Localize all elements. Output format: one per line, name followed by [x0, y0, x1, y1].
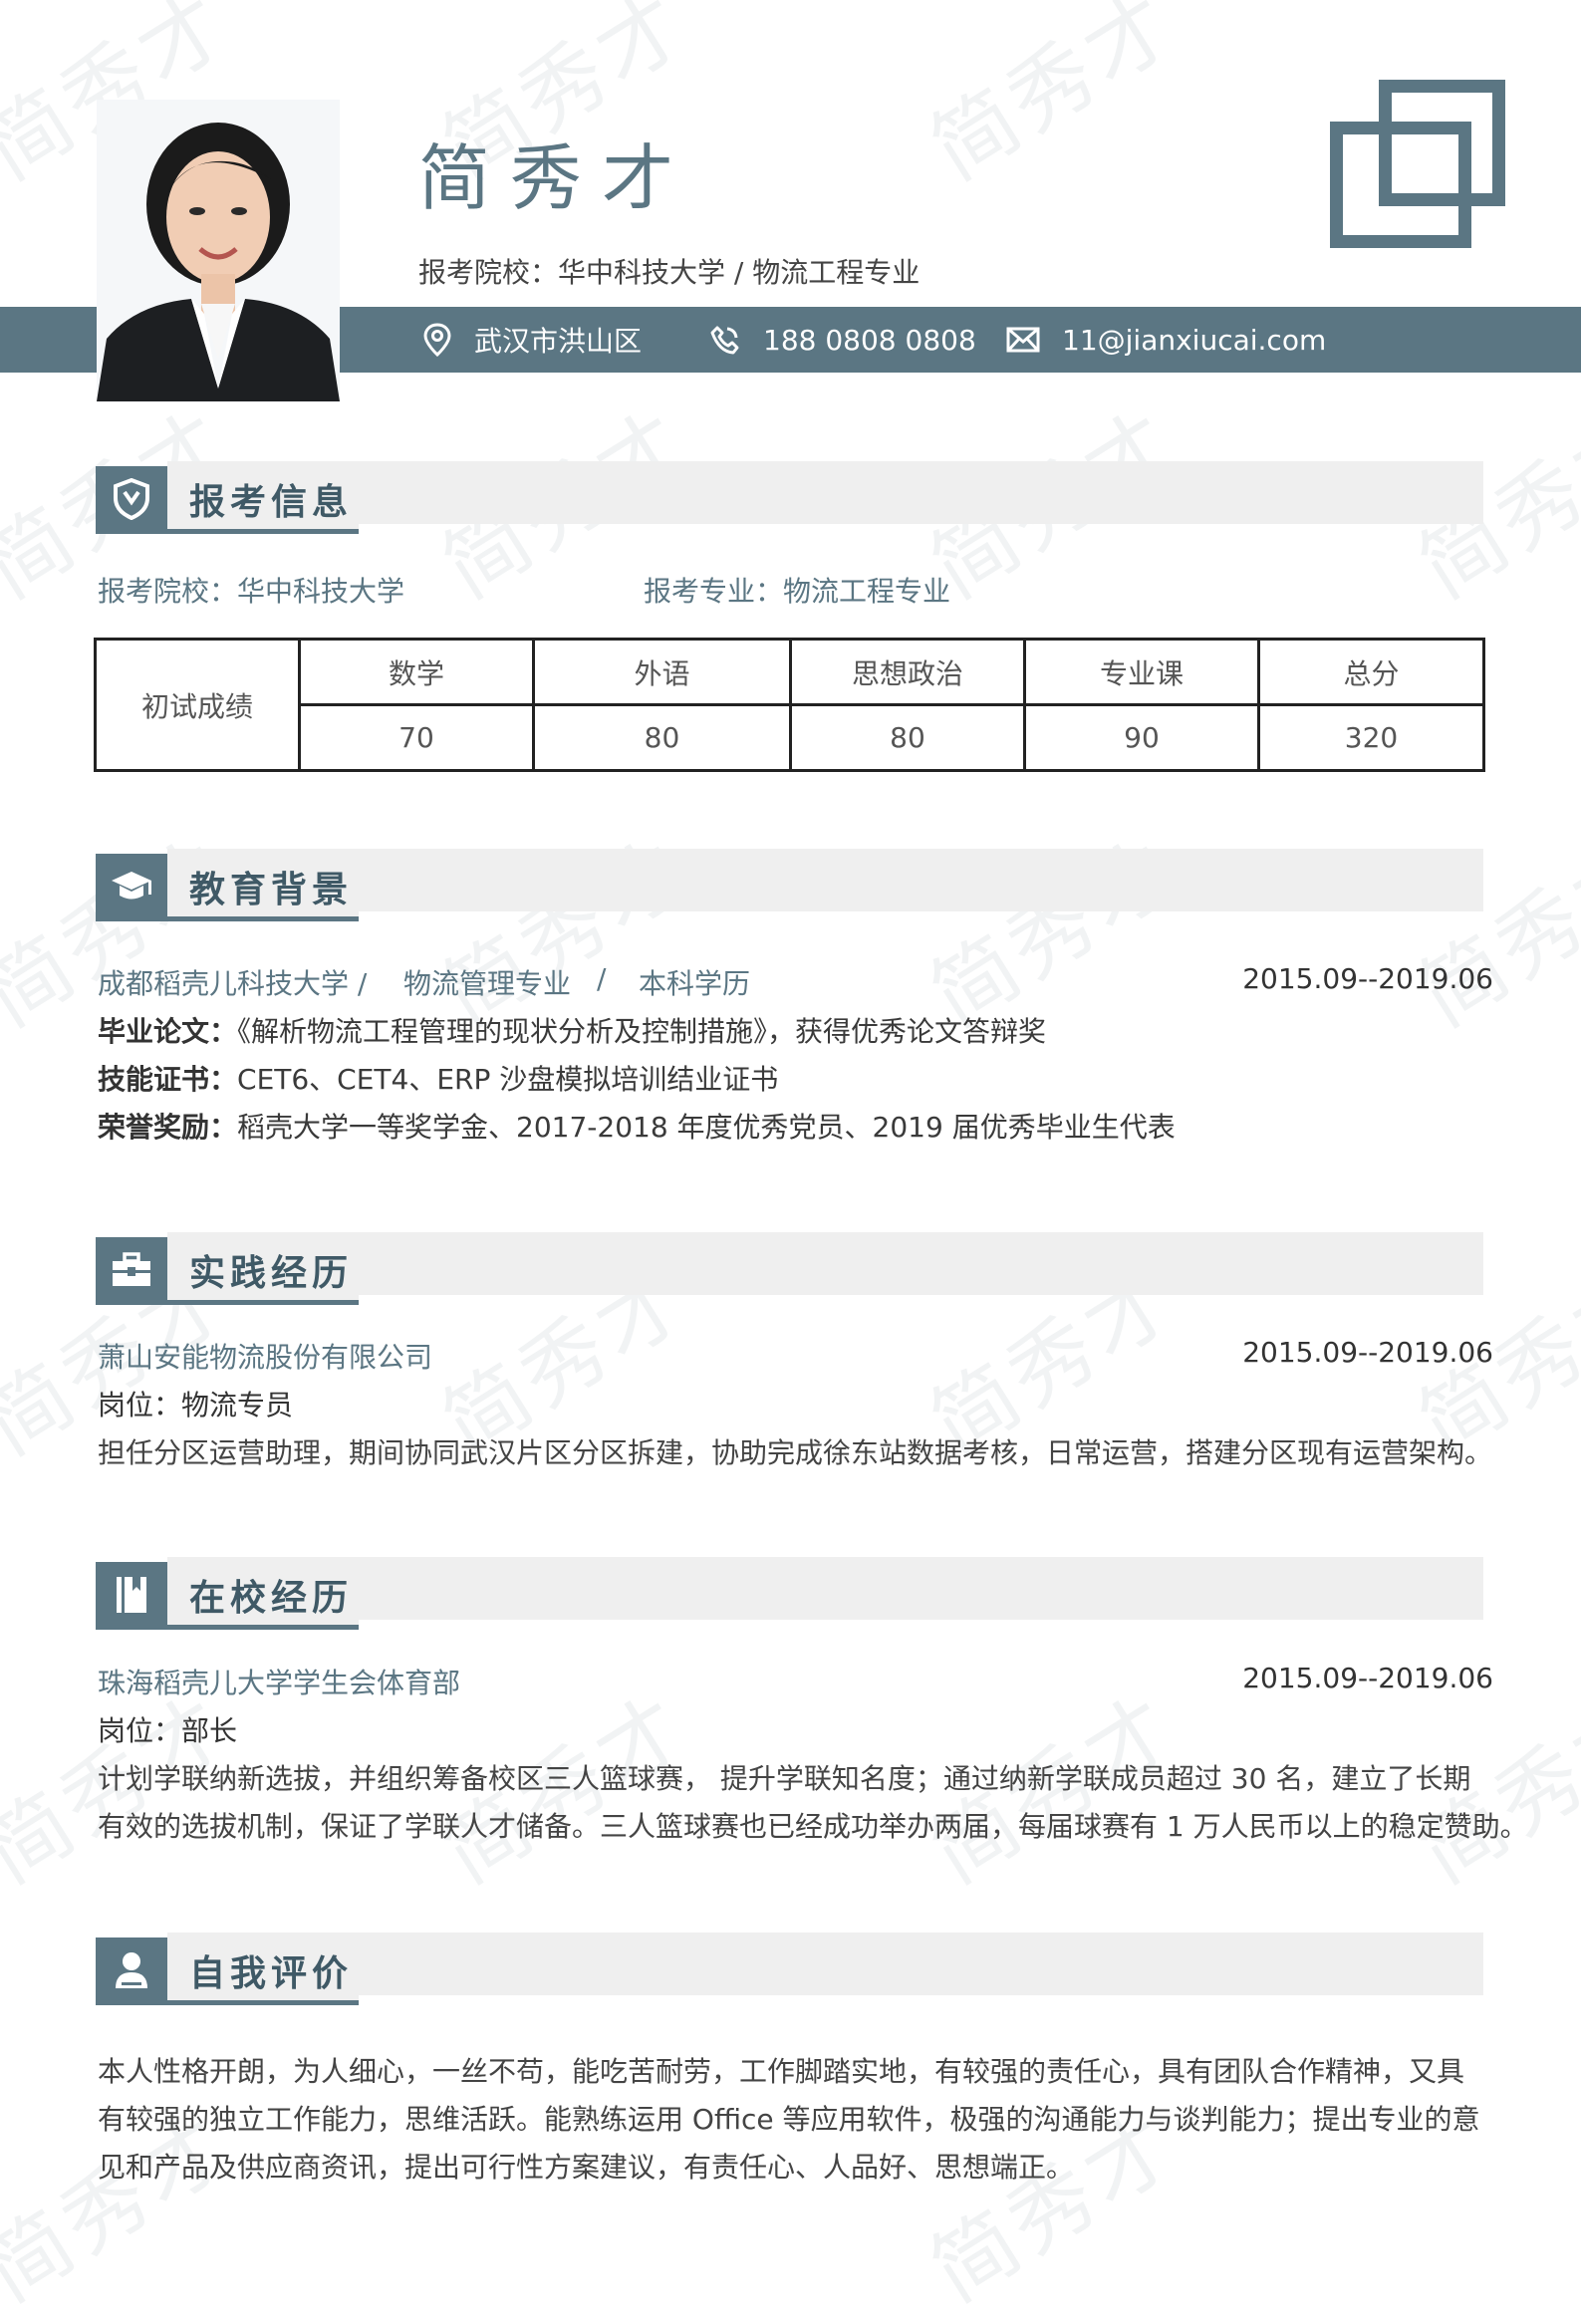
campus-desc-line: 计划学联纳新选拔，并组织筹备校区三人篮球赛， 提升学联知名度；通过纳新学联成员超… [98, 1762, 1471, 1795]
watermark: 简秀才 [914, 0, 1194, 199]
section-header-bg [167, 461, 1483, 524]
section-header-bg [167, 849, 1483, 911]
section-title-campus: 在校经历 [167, 1562, 359, 1628]
score-cell: 70 [298, 703, 535, 772]
cert-label: 技能证书： [98, 1063, 238, 1096]
section-underline [96, 529, 359, 534]
section-title-education: 教育背景 [167, 854, 359, 919]
subject-header: 思想政治 [789, 638, 1026, 706]
user-photo [97, 100, 340, 401]
section-underline [96, 1625, 359, 1630]
section-title-exam-info: 报考信息 [167, 466, 359, 532]
subject-header: 专业课 [1023, 638, 1260, 706]
location-text: 武汉市洪山区 [474, 325, 643, 358]
thesis-line: 毕业论文：《解析物流工程管理的现状分析及控制措施》，获得优秀论文答辩奖 [98, 1010, 1046, 1050]
cert-text: CET6、CET4、ERP 沙盘模拟培训结业证书 [237, 1063, 779, 1096]
contact-phone: 188 0808 0808 [709, 307, 976, 373]
practice-date: 2015.09--2019.06 [1242, 1336, 1493, 1369]
self-eval-line: 有较强的独立工作能力，思维活跃。能熟练运用 Office 等应用软件，极强的沟通… [98, 2103, 1480, 2136]
education-date: 2015.09--2019.06 [1242, 962, 1493, 995]
location-icon [423, 323, 451, 357]
person-icon [96, 1937, 167, 2003]
phone-text: 188 0808 0808 [763, 323, 976, 357]
exam-major: 报考专业：物流工程专业 [644, 575, 951, 608]
score-cell: 90 [1023, 703, 1260, 772]
self-eval-line: 见和产品及供应商资讯，提出可行性方案建议，有责任心、人品好、思想端正。 [98, 2151, 1075, 2184]
candidate-name: 简秀才 [418, 136, 694, 220]
honor-label: 荣誉奖励： [98, 1111, 238, 1144]
watermark: 简秀才 [1402, 819, 1581, 1046]
subject-header: 总分 [1257, 638, 1485, 706]
section-title-self-eval: 自我评价 [167, 1937, 359, 2003]
section-header-bg [167, 1933, 1483, 1995]
score-cell: 80 [532, 703, 792, 772]
honor-text: 稻壳大学一等奖学金、2017-2018 年度优秀党员、2019 届优秀毕业生代表 [237, 1111, 1176, 1144]
education-degree: 本科学历 [639, 967, 751, 1000]
honor-line: 荣誉奖励：稻壳大学一等奖学金、2017-2018 年度优秀党员、2019 届优秀… [98, 1106, 1176, 1146]
contact-email: 11@jianxiucai.com [1006, 307, 1326, 373]
score-table: 初试成绩 数学 外语 思想政治 专业课 总分 70 80 80 90 320 [94, 638, 1485, 772]
score-row-label: 初试成绩 [94, 638, 301, 772]
education-separator: / [597, 962, 607, 995]
practice-position: 岗位：物流专员 [98, 1389, 294, 1421]
briefcase-icon [96, 1237, 167, 1303]
section-title-practice: 实践经历 [167, 1237, 359, 1303]
contact-location: 武汉市洪山区 [422, 307, 642, 373]
subject-header: 外语 [532, 638, 792, 706]
mail-icon [1006, 327, 1040, 353]
phone-icon [710, 326, 739, 355]
email-text: 11@jianxiucai.com [1062, 323, 1327, 357]
section-header-bg [167, 1557, 1483, 1620]
section-underline [96, 1300, 359, 1305]
score-cell: 320 [1257, 703, 1485, 772]
campus-date: 2015.09--2019.06 [1242, 1662, 1493, 1694]
campus-position: 岗位：部长 [98, 1714, 238, 1747]
cert-line: 技能证书：CET6、CET4、ERP 沙盘模拟培训结业证书 [98, 1058, 778, 1098]
thesis-label: 毕业论文： [98, 1015, 238, 1048]
education-school: 成都稻壳儿科技大学 / [98, 967, 368, 1000]
self-eval-line: 本人性格开朗，为人细心，一丝不苟，能吃苦耐劳，工作脚踏实地，有较强的责任心，具有… [98, 2055, 1465, 2088]
campus-org: 珠海稻壳儿大学学生会体育部 [98, 1667, 461, 1699]
shield-icon [96, 466, 167, 532]
section-underline [96, 916, 359, 921]
target-school-major: 报考院校：华中科技大学 / 物流工程专业 [418, 256, 921, 289]
campus-desc-line: 有效的选拔机制，保证了学联人才储备。三人篮球赛也已经成功举办两届，每届球赛有 1… [98, 1810, 1528, 1843]
practice-company: 萧山安能物流股份有限公司 [98, 1341, 433, 1374]
score-cell: 80 [789, 703, 1026, 772]
section-header-bg [167, 1232, 1483, 1295]
logo-square-icon [1379, 80, 1505, 206]
subject-header: 数学 [298, 638, 535, 706]
thesis-text: 《解析物流工程管理的现状分析及控制措施》，获得优秀论文答辩奖 [237, 1015, 1047, 1048]
graduation-cap-icon [96, 854, 167, 919]
practice-desc: 担任分区运营助理，期间协同武汉片区分区拆建，协助完成徐东站数据考核，日常运营，搭… [98, 1436, 1493, 1469]
section-underline [96, 2000, 359, 2005]
exam-school: 报考院校：华中科技大学 [98, 575, 405, 608]
book-icon [96, 1562, 167, 1628]
education-major: 物流管理专业 [403, 967, 572, 1000]
